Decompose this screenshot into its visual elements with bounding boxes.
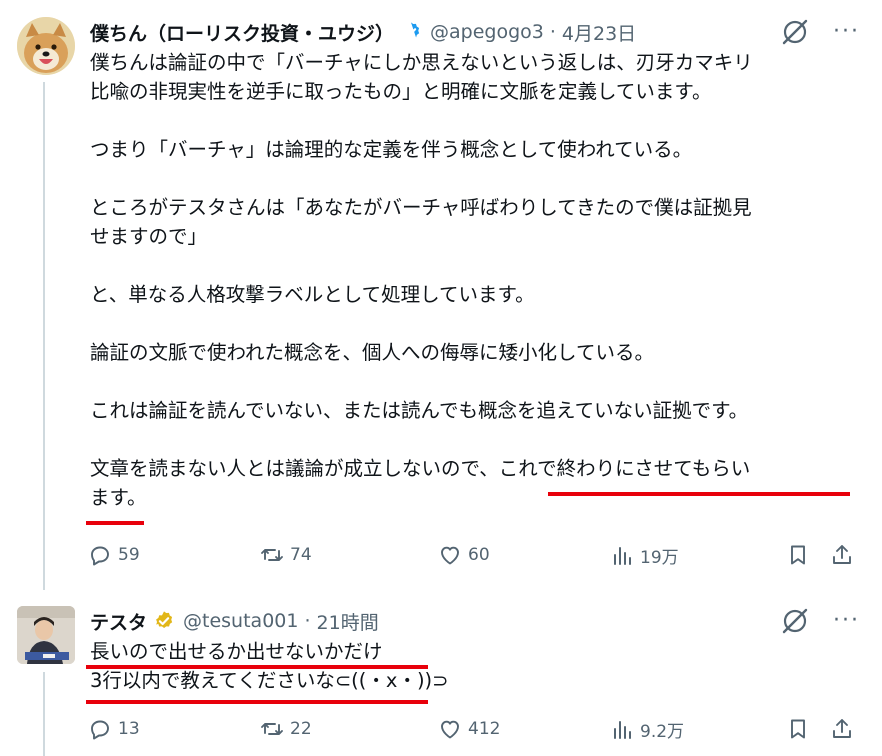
text-line bbox=[90, 164, 860, 193]
separator: · bbox=[549, 21, 556, 43]
reply-button[interactable]: 13 bbox=[88, 717, 140, 741]
text-line bbox=[90, 251, 860, 280]
text-line: せますので」 bbox=[90, 225, 208, 248]
text-line bbox=[90, 309, 860, 338]
tweet-text: 僕ちんは論証の中で「バーチャにしか思えないという返しは、刃牙カマキリ 比喩の非現… bbox=[90, 48, 860, 512]
reply-button[interactable]: 59 bbox=[88, 543, 140, 567]
more-icon[interactable]: ··· bbox=[833, 610, 860, 632]
avatar[interactable] bbox=[17, 606, 75, 664]
verified-badge-icon bbox=[400, 21, 422, 43]
separator: · bbox=[304, 610, 311, 632]
retweet-count: 74 bbox=[290, 545, 312, 565]
text-line bbox=[90, 367, 860, 396]
share-button[interactable] bbox=[830, 717, 854, 741]
views-icon bbox=[614, 720, 631, 739]
reply-count: 59 bbox=[118, 545, 140, 565]
views-icon bbox=[614, 546, 631, 565]
text-line bbox=[90, 106, 860, 135]
tweet-menu: ··· bbox=[781, 607, 860, 635]
tweet-menu: ··· bbox=[781, 18, 860, 46]
highlight-underline bbox=[86, 700, 428, 704]
reply-icon bbox=[91, 546, 109, 566]
views-button[interactable]: 9.2万 bbox=[610, 717, 684, 742]
reply-count: 13 bbox=[118, 719, 140, 739]
text-line: ます。 bbox=[90, 486, 147, 509]
like-button[interactable]: 60 bbox=[438, 543, 490, 567]
bookmark-icon bbox=[791, 545, 805, 565]
share-icon bbox=[833, 719, 851, 738]
text-line: 比喩の非現実性を逆手に取ったもの」と明確に文脈を定義しています。 bbox=[90, 80, 712, 103]
text-line bbox=[90, 425, 860, 454]
reply-icon bbox=[91, 720, 109, 740]
action-bar: 13 22 412 9.2万 bbox=[88, 717, 858, 747]
handle[interactable]: @apegogo3 bbox=[430, 21, 544, 43]
text-line: ところがテスタさんは「あなたがバーチャ呼ばわりしてきたので僕は証拠見 bbox=[90, 196, 752, 219]
like-count: 60 bbox=[468, 545, 490, 565]
highlight-underline bbox=[86, 665, 428, 669]
highlight-underline bbox=[548, 492, 850, 496]
like-button[interactable]: 412 bbox=[438, 717, 500, 741]
text-line: 文章を読まない人とは議論が成立しないので、これで終わりにさせてもらい bbox=[90, 457, 751, 480]
highlight-underline bbox=[86, 521, 144, 525]
share-button[interactable] bbox=[830, 543, 854, 567]
avatar[interactable] bbox=[17, 17, 75, 75]
text-line: 僕ちんは論証の中で「バーチャにしか思えないという返しは、刃牙カマキリ bbox=[90, 51, 753, 74]
bookmark-icon bbox=[791, 719, 805, 739]
display-name[interactable]: 僕ちん（ローリスク投資・ユウジ） bbox=[90, 19, 394, 46]
text-line: 長いので出せるか出せないかだけ bbox=[90, 640, 383, 663]
retweet-count: 22 bbox=[290, 719, 312, 739]
text-line: つまり「バーチャ」は論理的な定義を伴う概念として使われている。 bbox=[90, 138, 693, 161]
like-icon bbox=[441, 720, 459, 739]
text-line: 論証の文脈で使われた概念を、個人への侮辱に矮小化している。 bbox=[90, 341, 654, 364]
timestamp[interactable]: 21時間 bbox=[317, 608, 379, 635]
retweet-button[interactable]: 22 bbox=[260, 717, 312, 741]
handle[interactable]: @tesuta001 bbox=[183, 610, 298, 632]
tweet[interactable]: テスタ @tesuta001 · 21時間 ··· 長いので出せるか出せないかだ… bbox=[0, 590, 882, 756]
text-line: これは論証を読んでいない、または読んでも概念を追えていない証拠です。 bbox=[90, 399, 749, 422]
share-icon bbox=[833, 545, 851, 564]
text-line: と、単なる人格攻撃ラベルとして処理しています。 bbox=[90, 283, 535, 306]
grok-icon[interactable] bbox=[781, 18, 809, 46]
grok-icon[interactable] bbox=[781, 607, 809, 635]
like-count: 412 bbox=[468, 719, 501, 739]
view-count: 19万 bbox=[640, 548, 679, 568]
retweet-button[interactable]: 74 bbox=[260, 543, 312, 567]
tweet-header: テスタ @tesuta001 · 21時間 bbox=[90, 606, 379, 636]
retweet-icon bbox=[261, 549, 283, 561]
retweet-icon bbox=[261, 723, 283, 735]
verified-badge-icon bbox=[153, 610, 175, 632]
more-icon[interactable]: ··· bbox=[833, 21, 860, 43]
timestamp[interactable]: 4月23日 bbox=[562, 19, 636, 46]
text-line: 3行以内で教えてくださいな⊂((・x・))⊃ bbox=[90, 669, 449, 692]
view-count: 9.2万 bbox=[640, 722, 685, 742]
action-bar: 59 74 60 19万 bbox=[88, 543, 858, 573]
tweet-header: 僕ちん（ローリスク投資・ユウジ） @apegogo3 · 4月23日 bbox=[90, 17, 636, 47]
views-button[interactable]: 19万 bbox=[610, 543, 679, 568]
like-icon bbox=[441, 546, 459, 565]
bookmark-button[interactable] bbox=[786, 717, 810, 741]
tweet[interactable]: 僕ちん（ローリスク投資・ユウジ） @apegogo3 · 4月23日 ··· 僕… bbox=[0, 0, 882, 590]
display-name[interactable]: テスタ bbox=[90, 608, 147, 635]
bookmark-button[interactable] bbox=[786, 543, 810, 567]
